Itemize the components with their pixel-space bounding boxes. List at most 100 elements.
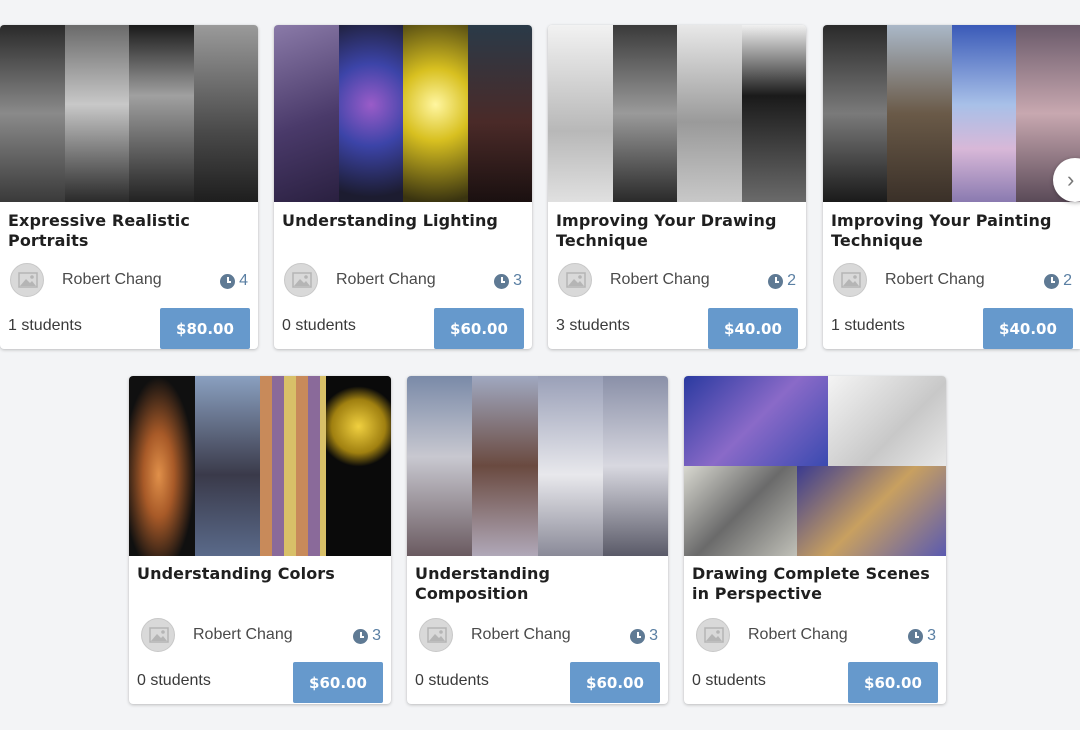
avatar (419, 618, 453, 652)
price-button[interactable]: $60.00 (434, 308, 524, 349)
course-thumbnail[interactable] (548, 25, 806, 202)
student-count: 3 students (556, 317, 630, 334)
course-card[interactable]: Understanding Colors Robert Chang 3 0 st… (129, 376, 391, 704)
author-row: Robert Chang 3 (284, 263, 522, 299)
author-row: Robert Chang 2 (558, 263, 796, 299)
student-count: 0 students (282, 317, 356, 334)
lesson-count: 4 (220, 272, 248, 290)
lesson-count-value: 3 (513, 272, 522, 289)
thumbnail-panel (612, 25, 677, 202)
clock-icon (768, 273, 784, 289)
author-name[interactable]: Robert Chang (610, 271, 710, 289)
course-title[interactable]: Improving Your Drawing Technique (556, 211, 798, 251)
clock-icon (908, 628, 924, 644)
course-thumbnail[interactable] (684, 376, 946, 556)
course-thumbnail[interactable] (129, 376, 391, 556)
thumbnail-panel (274, 25, 339, 202)
price-button[interactable]: $60.00 (848, 662, 938, 703)
chevron-right-icon: › (1067, 167, 1075, 192)
thumbnail-panel (677, 25, 742, 202)
thumbnail-panel (194, 376, 260, 556)
thumbnail-panel (828, 376, 946, 466)
price-button[interactable]: $60.00 (570, 662, 660, 703)
student-count: 0 students (692, 672, 766, 689)
thumbnail-panel (823, 25, 888, 202)
price-button[interactable]: $40.00 (708, 308, 798, 349)
image-placeholder-icon (704, 627, 724, 643)
lesson-count-value: 3 (649, 627, 658, 644)
thumbnail-panel (537, 376, 603, 556)
thumbnail-panel (796, 466, 946, 556)
lesson-count: 2 (768, 272, 796, 290)
thumbnail-panel (193, 25, 258, 202)
clock-icon (1044, 273, 1060, 289)
avatar (10, 263, 44, 297)
thumbnail-panel (472, 376, 538, 556)
lesson-count-value: 2 (787, 272, 796, 289)
student-count: 1 students (8, 317, 82, 334)
author-name[interactable]: Robert Chang (471, 626, 571, 644)
lesson-count: 3 (908, 627, 936, 645)
course-card[interactable]: Understanding Lighting Robert Chang 3 0 … (274, 25, 532, 349)
thumbnail-panel (325, 376, 391, 556)
course-card[interactable]: Improving Your Drawing Technique Robert … (548, 25, 806, 349)
thumbnail-panel (887, 25, 952, 202)
course-thumbnail[interactable] (407, 376, 668, 556)
student-count: 1 students (831, 317, 905, 334)
price-button[interactable]: $40.00 (983, 308, 1073, 349)
author-row: Robert Chang 4 (10, 263, 248, 299)
course-card[interactable]: Understanding Composition Robert Chang 3… (407, 376, 668, 704)
price-button[interactable]: $80.00 (160, 308, 250, 349)
image-placeholder-icon (149, 627, 169, 643)
avatar (141, 618, 175, 652)
author-row: Robert Chang 2 (833, 263, 1072, 299)
image-placeholder-icon (18, 272, 38, 288)
lesson-count: 3 (630, 627, 658, 645)
thumbnail-panel (338, 25, 403, 202)
lesson-count: 2 (1044, 272, 1072, 290)
price-button[interactable]: $60.00 (293, 662, 383, 703)
thumbnail-panel (548, 25, 613, 202)
author-name[interactable]: Robert Chang (193, 626, 293, 644)
thumbnail-panel (684, 376, 829, 466)
lesson-count-value: 3 (927, 627, 936, 644)
thumbnail-panel (260, 376, 326, 556)
author-name[interactable]: Robert Chang (748, 626, 848, 644)
author-name[interactable]: Robert Chang (885, 271, 985, 289)
course-title[interactable]: Understanding Colors (137, 564, 383, 584)
author-name[interactable]: Robert Chang (336, 271, 436, 289)
course-title[interactable]: Understanding Lighting (282, 211, 524, 231)
course-card[interactable]: Drawing Complete Scenes in Perspective R… (684, 376, 946, 704)
image-placeholder-icon (841, 272, 861, 288)
clock-icon (630, 628, 646, 644)
avatar (284, 263, 318, 297)
course-thumbnail[interactable] (0, 25, 258, 202)
course-title[interactable]: Improving Your Painting Technique (831, 211, 1072, 251)
course-thumbnail[interactable] (823, 25, 1080, 202)
course-card[interactable]: Expressive Realistic Portraits Robert Ch… (0, 25, 258, 349)
thumbnail-panel (129, 25, 194, 202)
student-count: 0 students (137, 672, 211, 689)
thumbnail-panel (467, 25, 532, 202)
course-card[interactable]: Improving Your Painting Technique Robert… (823, 25, 1080, 349)
author-name[interactable]: Robert Chang (62, 271, 162, 289)
author-row: Robert Chang 3 (419, 618, 658, 654)
thumbnail-panel (741, 25, 806, 202)
thumbnail-panel (0, 25, 65, 202)
lesson-count-value: 4 (239, 272, 248, 289)
lesson-count: 3 (353, 627, 381, 645)
lesson-count-value: 3 (372, 627, 381, 644)
thumbnail-panel (403, 25, 468, 202)
thumbnail-panel (602, 376, 668, 556)
author-row: Robert Chang 3 (696, 618, 936, 654)
lesson-count-value: 2 (1063, 272, 1072, 289)
thumbnail-panel (64, 25, 129, 202)
course-title[interactable]: Understanding Composition (415, 564, 660, 604)
course-title[interactable]: Expressive Realistic Portraits (8, 211, 250, 251)
course-title[interactable]: Drawing Complete Scenes in Perspective (692, 564, 938, 604)
course-thumbnail[interactable] (274, 25, 532, 202)
lesson-count: 3 (494, 272, 522, 290)
clock-icon (220, 273, 236, 289)
image-placeholder-icon (427, 627, 447, 643)
thumbnail-panel (129, 376, 195, 556)
